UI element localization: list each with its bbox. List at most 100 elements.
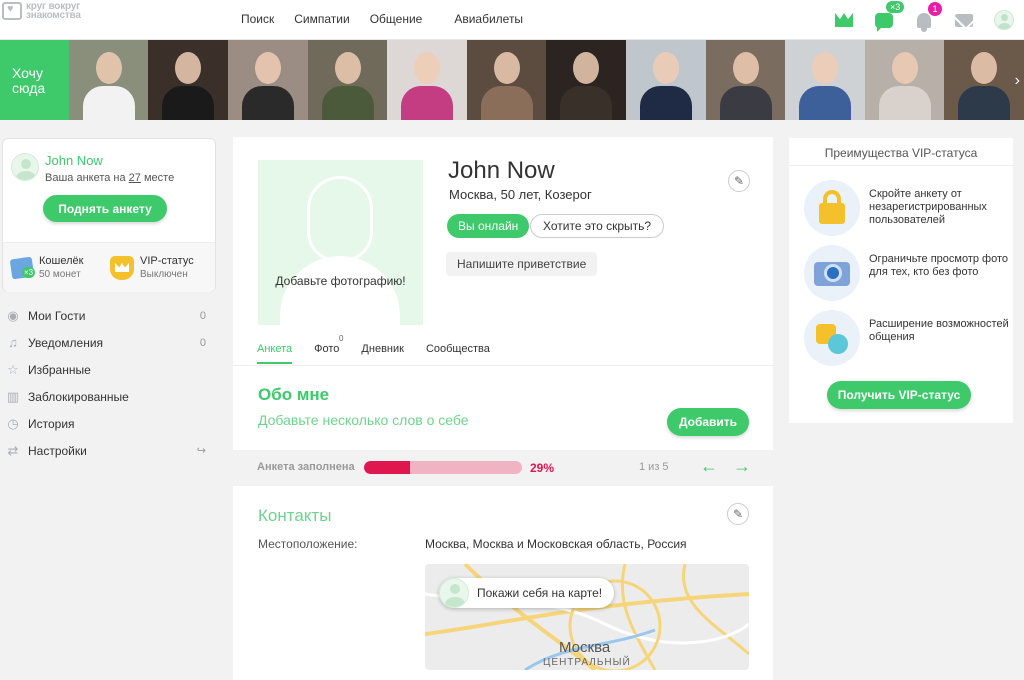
notifications-button[interactable]: 1 bbox=[904, 0, 944, 40]
camera-icon bbox=[804, 245, 860, 301]
vip-benefit-text: Скройте анкету от незарегистрированных п… bbox=[869, 188, 987, 226]
tab-photos[interactable]: Фото 0 bbox=[314, 334, 343, 364]
messages-button[interactable]: ×3 bbox=[864, 0, 905, 40]
wallet-badge: ×3 bbox=[22, 267, 36, 278]
thumbnail-face bbox=[95, 52, 122, 84]
raise-profile-button[interactable]: Поднять анкету bbox=[43, 195, 167, 222]
user-avatar-icon bbox=[994, 10, 1014, 30]
user-thumbnail[interactable] bbox=[148, 40, 228, 120]
side-menu-settings[interactable]: ⇄ Настройки ↪ bbox=[0, 437, 216, 464]
greeting-input[interactable]: Напишите приветствие bbox=[446, 252, 598, 276]
map-avatar bbox=[439, 578, 469, 608]
side-menu-notifications[interactable]: ♫ Уведомления 0 bbox=[0, 329, 216, 356]
tab-diary[interactable]: Дневник bbox=[361, 343, 404, 364]
thumbnail-figure bbox=[321, 86, 374, 120]
user-thumbnail[interactable] bbox=[227, 40, 308, 120]
get-vip-button[interactable]: Получить VIP-статус bbox=[827, 381, 971, 409]
edit-profile-button[interactable]: ✎ bbox=[728, 170, 750, 192]
online-status-button[interactable]: Вы онлайн bbox=[447, 214, 530, 238]
progress-track bbox=[364, 461, 522, 474]
user-thumbnail[interactable] bbox=[864, 40, 945, 120]
profile-rank: Ваша анкета на 27 месте bbox=[45, 172, 175, 184]
nav-likes[interactable]: Симпатии bbox=[294, 12, 349, 26]
thumbnail-face bbox=[812, 52, 839, 84]
user-thumbnail[interactable] bbox=[466, 40, 547, 120]
location-map[interactable]: Покажи себя на карте! Москва ЦЕНТРАЛЬНЫЙ bbox=[425, 564, 749, 670]
user-thumbnail[interactable] bbox=[785, 40, 865, 120]
site-logo[interactable]: круг вокруг знакомства bbox=[2, 0, 112, 22]
user-thumbnail[interactable] bbox=[387, 40, 467, 120]
thumbnail-figure bbox=[639, 86, 692, 120]
user-thumbnail[interactable] bbox=[307, 40, 388, 120]
edit-contacts-button[interactable]: ✎ bbox=[727, 503, 749, 525]
notifications-badge: 1 bbox=[928, 2, 942, 16]
photos-count: 0 bbox=[338, 334, 344, 343]
nav-flights[interactable]: Авиабилеты bbox=[454, 12, 523, 26]
bell-icon bbox=[917, 12, 931, 32]
map-city-label: Москва bbox=[559, 639, 611, 656]
show-on-map-bubble[interactable]: Покажи себя на карте! bbox=[439, 578, 615, 608]
thumbnail-figure bbox=[878, 86, 931, 120]
hide-online-button[interactable]: Хотите это скрыть? bbox=[530, 214, 665, 238]
profile-tabs: Анкета Фото 0 Дневник Сообщества bbox=[257, 334, 512, 364]
nav-chat[interactable]: Общение bbox=[370, 12, 423, 26]
want-here-button[interactable]: Хочу сюда bbox=[0, 40, 69, 120]
side-menu-count: 0 bbox=[199, 309, 206, 322]
vip-crown-button[interactable] bbox=[824, 0, 864, 40]
strip-next-icon[interactable]: › bbox=[1015, 72, 1020, 90]
logo-text: круг вокруг знакомства bbox=[26, 1, 81, 21]
user-thumbnail[interactable] bbox=[625, 40, 706, 120]
thumbnail-figure bbox=[82, 86, 135, 120]
logo-heart-icon bbox=[2, 2, 22, 20]
vip-title: VIP-статус bbox=[140, 255, 194, 267]
profile-name[interactable]: John Now bbox=[45, 153, 103, 168]
about-title: Обо мне bbox=[258, 385, 330, 404]
side-menu-favorites[interactable]: ☆ Избранные bbox=[0, 356, 216, 383]
location-label: Местоположение: bbox=[258, 537, 358, 551]
photo-placeholder-head bbox=[307, 176, 373, 262]
tabs-divider bbox=[233, 365, 773, 366]
tab-profile[interactable]: Анкета bbox=[257, 343, 293, 364]
side-menu-label: Мои Гости bbox=[28, 308, 86, 323]
thumbnail-face bbox=[175, 52, 202, 84]
user-thumbnail[interactable] bbox=[546, 40, 626, 120]
user-thumbnail[interactable] bbox=[944, 40, 1024, 120]
user-thumbnail[interactable] bbox=[68, 40, 149, 120]
map-district-label: ЦЕНТРАЛЬНЫЙ bbox=[543, 657, 631, 668]
nav-search[interactable]: Поиск bbox=[241, 12, 274, 26]
vip-benefit-text: Расширение возможностей общения bbox=[869, 318, 1009, 343]
side-menu: ◉ Мои Гости 0 ♫ Уведомления 0 ☆ Избранные ▥ Забло… bbox=[0, 302, 216, 464]
show-on-map-text: Покажи себя на карте! bbox=[477, 586, 603, 600]
side-menu-guests[interactable]: ◉ Мои Гости 0 bbox=[0, 302, 216, 329]
side-menu-blocked[interactable]: ▥ Заблокированные bbox=[0, 383, 216, 410]
profile-title: John Now bbox=[448, 157, 555, 184]
wallet-title: Кошелёк bbox=[39, 255, 84, 267]
thumbnail-face bbox=[732, 52, 759, 84]
about-placeholder[interactable]: Добавьте несколько слов о себе bbox=[258, 412, 469, 428]
tab-communities[interactable]: Сообщества bbox=[426, 343, 490, 364]
thumbnail-face bbox=[573, 52, 600, 84]
add-photo-placeholder[interactable]: Добавьте фотографию! bbox=[258, 160, 423, 325]
side-menu-history[interactable]: ◷ История bbox=[0, 410, 216, 437]
progress-percent: 29% bbox=[530, 461, 555, 475]
photo-placeholder-body bbox=[280, 256, 400, 325]
arrow-right-icon[interactable]: → bbox=[733, 456, 751, 477]
star-icon: ☆ bbox=[7, 361, 19, 377]
thumbnail-face bbox=[493, 52, 520, 84]
crown-icon bbox=[835, 13, 853, 27]
vip-benefit-text: Ограничьте просмотр фото для тех, кто бе… bbox=[869, 253, 1009, 278]
user-menu-button[interactable] bbox=[984, 0, 1024, 40]
vip-state: Выключен bbox=[140, 269, 188, 280]
thumbnail-face bbox=[652, 52, 679, 84]
user-thumbnail[interactable] bbox=[705, 40, 786, 120]
vip-panel-title: Преимущества VIP-статуса bbox=[824, 146, 978, 160]
add-about-button[interactable]: Добавить bbox=[667, 408, 749, 436]
sliders-icon: ⇄ bbox=[7, 442, 19, 458]
arrow-left-icon[interactable]: ← bbox=[700, 456, 718, 477]
logout-icon[interactable]: ↪ bbox=[197, 444, 206, 457]
mail-button[interactable] bbox=[944, 0, 984, 40]
photo-strip: Хочу сюда › bbox=[0, 40, 1024, 120]
thumbnail-face bbox=[334, 52, 361, 84]
pencil-icon: ✎ bbox=[733, 174, 745, 188]
profile-avatar[interactable] bbox=[11, 153, 39, 181]
